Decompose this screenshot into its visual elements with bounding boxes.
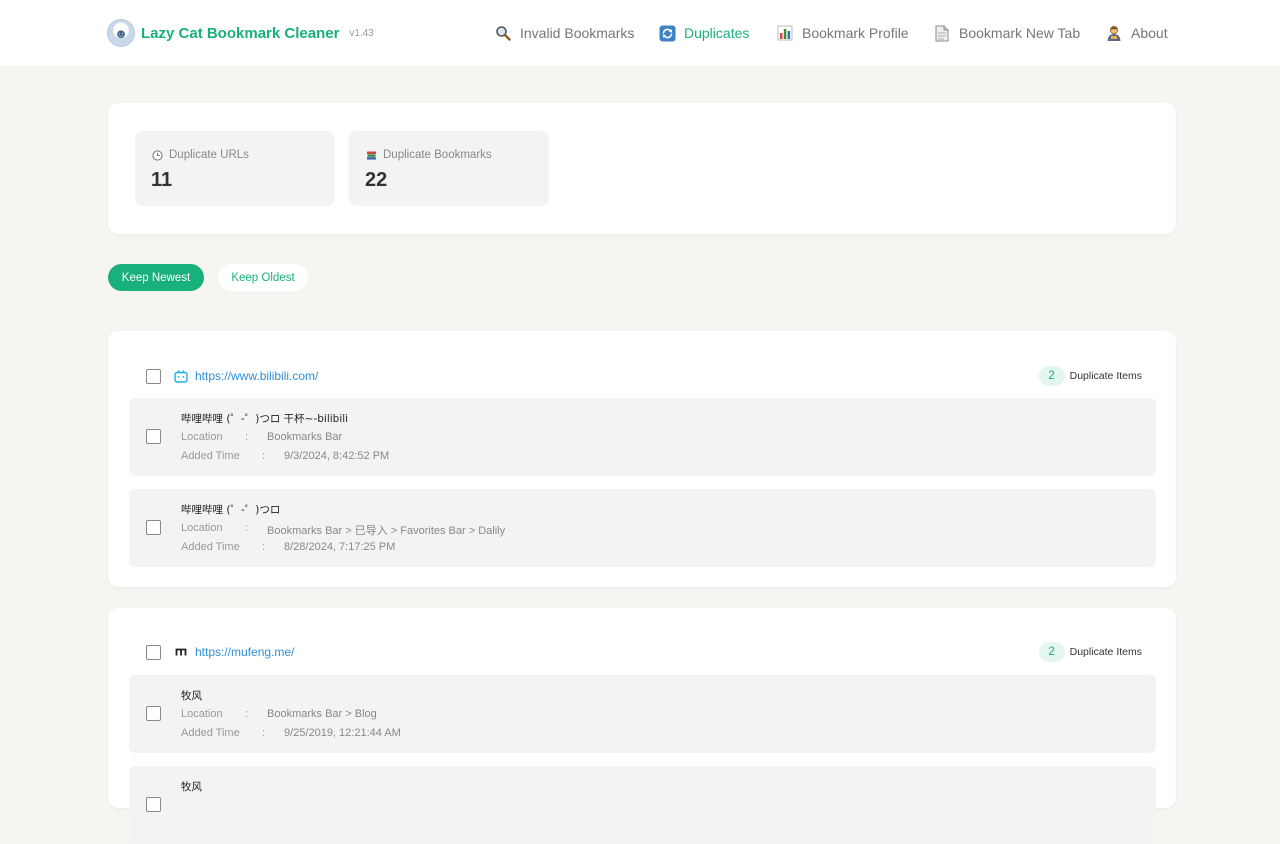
nav-label: Duplicates	[684, 25, 750, 41]
bilibili-tv-icon	[174, 369, 188, 383]
location-row: Location: Bookmarks Bar	[181, 431, 343, 443]
stats-card: Duplicate URLs 11 Duplicate Bookmarks 22	[108, 103, 1176, 234]
bookmark-title: 哔哩哔哩 (゜-゜)つロ	[181, 504, 281, 516]
books-icon	[365, 149, 377, 161]
group-checkbox[interactable]	[146, 644, 161, 660]
stat-label: Duplicate Bookmarks	[365, 149, 492, 161]
refresh-icon	[658, 24, 676, 42]
bookmark-title: 哔哩哔哩 (゜-゜)つロ 干杯~-bilibili	[181, 413, 349, 425]
nav-label: Bookmark New Tab	[959, 25, 1081, 41]
item-checkbox[interactable]	[146, 706, 161, 721]
duplicate-count: 2 Duplicate Items	[1038, 366, 1142, 386]
bar-chart-icon	[776, 24, 794, 42]
item-checkbox[interactable]	[146, 797, 161, 812]
stat-duplicate-bookmarks: Duplicate Bookmarks 22	[349, 131, 549, 206]
brand[interactable]: ☻ Lazy Cat Bookmark Cleaner v1.43	[107, 19, 374, 47]
nav-bookmark-new-tab[interactable]: Bookmark New Tab	[933, 22, 1080, 44]
bookmark-item: 哔哩哔哩 (゜-゜)つロ Location: Bookmarks Bar > 已导…	[129, 489, 1156, 567]
app-version: v1.43	[349, 27, 374, 39]
nav-label: Bookmark Profile	[802, 25, 909, 41]
page-icon	[933, 24, 951, 42]
duplicate-group: https://mufeng.me/ 2 Duplicate Items 牧风 …	[108, 608, 1176, 844]
keep-oldest-button[interactable]: Keep Oldest	[218, 264, 308, 291]
item-checkbox[interactable]	[146, 429, 161, 444]
nav-about[interactable]: About	[1105, 22, 1168, 44]
duplicate-count: 2 Duplicate Items	[1038, 642, 1142, 662]
app-name: Lazy Cat Bookmark Cleaner	[141, 24, 340, 42]
mufeng-m-icon	[174, 645, 188, 659]
stat-label: Duplicate URLs	[151, 149, 249, 161]
added-time-row: Added Time:9/25/2019, 12:21:44 AM	[181, 727, 401, 739]
group-url-link[interactable]: https://mufeng.me/	[195, 645, 294, 659]
group-header: https://www.bilibili.com/	[146, 367, 318, 385]
group-checkbox[interactable]	[146, 368, 161, 384]
top-bar: ☻ Lazy Cat Bookmark Cleaner v1.43 Invali…	[0, 0, 1280, 66]
duplicate-group: https://www.bilibili.com/ 2 Duplicate It…	[108, 331, 1176, 587]
bookmark-item: 哔哩哔哩 (゜-゜)つロ 干杯~-bilibili Location: Bookm…	[129, 398, 1156, 476]
stat-duplicate-urls: Duplicate URLs 11	[135, 131, 335, 206]
item-checkbox[interactable]	[146, 520, 161, 535]
bookmark-title: 牧风	[181, 690, 202, 702]
group-url-link[interactable]: https://www.bilibili.com/	[195, 369, 318, 383]
nav-bookmark-profile[interactable]: Bookmark Profile	[776, 22, 909, 44]
nav-duplicates[interactable]: Duplicates	[658, 22, 749, 44]
count-badge: 2	[1038, 642, 1065, 662]
location-row: Location: Bookmarks Bar > Blog	[181, 708, 377, 720]
location-row: Location: Bookmarks Bar > 已导入 > Favorites…	[181, 522, 506, 537]
nav-label: About	[1131, 25, 1168, 41]
cat-logo-icon: ☻	[107, 19, 135, 47]
nav-label: Invalid Bookmarks	[520, 25, 635, 41]
keep-newest-button[interactable]: Keep Newest	[108, 264, 204, 291]
stat-value: 22	[365, 169, 388, 191]
nav-invalid-bookmarks[interactable]: Invalid Bookmarks	[494, 22, 634, 44]
bookmark-item: 牧风 Location: Bookmarks Bar > Blog Added T…	[129, 675, 1156, 753]
group-header: https://mufeng.me/	[146, 643, 294, 661]
clock-icon	[151, 149, 163, 161]
magnifier-icon	[494, 24, 512, 42]
person-icon	[1105, 24, 1123, 42]
bookmark-title: 牧风	[181, 781, 202, 793]
added-time-row: Added Time:9/3/2024, 8:42:52 PM	[181, 450, 390, 462]
stat-value: 11	[151, 169, 173, 191]
bookmark-item: 牧风	[129, 766, 1156, 844]
count-badge: 2	[1038, 366, 1065, 386]
added-time-row: Added Time:8/28/2024, 7:17:25 PM	[181, 541, 396, 553]
